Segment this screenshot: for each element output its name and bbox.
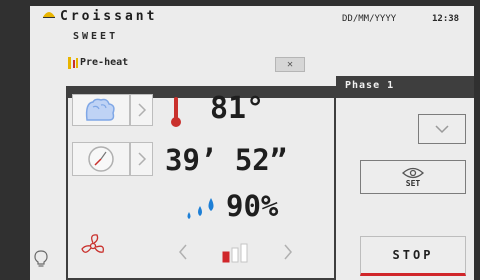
preheat-icon <box>68 57 78 69</box>
set-label: SET <box>405 178 421 188</box>
fan-increase-icon[interactable] <box>283 243 293 261</box>
humidity-value[interactable]: 90% <box>226 189 278 223</box>
phase-label: Phase 1 <box>345 80 395 91</box>
timer-button[interactable] <box>72 142 130 176</box>
fan-icon[interactable] <box>79 232 107 260</box>
steam-next-button[interactable] <box>130 94 153 126</box>
time-value[interactable]: 39’ 52” <box>165 143 287 177</box>
thermometer-icon <box>171 97 181 127</box>
steam-button[interactable] <box>72 94 130 126</box>
eye-icon <box>402 167 424 178</box>
fan-level-bar <box>222 251 230 263</box>
phase-dropdown-button[interactable] <box>418 114 466 144</box>
set-button[interactable]: SET <box>360 160 466 194</box>
date-display: DD/MM/YYYY <box>342 14 397 24</box>
program-category: SWEET <box>73 31 119 42</box>
preheat-close-button[interactable]: ✕ <box>275 57 305 72</box>
fan-level-bar <box>240 243 248 263</box>
light-bulb-icon[interactable] <box>34 250 48 268</box>
water-drops-icon <box>187 198 214 219</box>
chevron-right-icon <box>137 152 146 166</box>
time-display: 12:38 <box>432 14 460 24</box>
fan-speed-level <box>222 243 248 263</box>
stop-button[interactable]: STOP <box>360 236 466 276</box>
program-name: Croissant <box>60 9 158 24</box>
temperature-value[interactable]: 81° <box>210 91 264 126</box>
chevron-right-icon <box>137 103 146 117</box>
steam-icon <box>85 98 115 121</box>
clock-icon <box>88 146 114 172</box>
fan-level-bar <box>231 247 239 263</box>
chevron-down-icon <box>435 125 449 134</box>
timer-next-button[interactable] <box>130 142 153 176</box>
preheat-label: Pre-heat <box>80 57 129 68</box>
fan-decrease-icon[interactable] <box>178 243 188 261</box>
close-icon: ✕ <box>286 59 294 70</box>
stop-label: STOP <box>392 248 434 262</box>
croissant-icon <box>43 12 55 18</box>
